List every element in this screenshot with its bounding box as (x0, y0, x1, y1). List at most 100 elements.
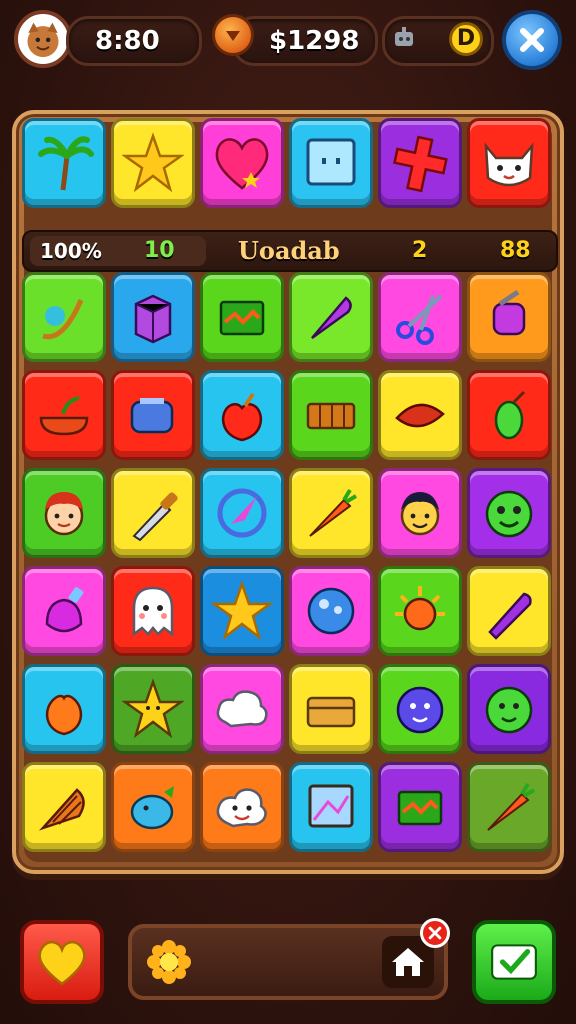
cloud-icon (216, 690, 268, 728)
robot-panel: D (382, 16, 494, 66)
tile-r5-c6[interactable] (467, 566, 551, 656)
tile-r7-c5[interactable] (378, 762, 462, 852)
peach-icon (45, 694, 83, 736)
apple-icon (221, 392, 263, 442)
tile-r5-c5[interactable] (378, 566, 462, 656)
player-avatar[interactable] (14, 10, 72, 68)
tile-r4-c6[interactable] (467, 468, 551, 558)
confirm-icon (491, 944, 537, 980)
cross-icon (393, 135, 448, 193)
heart-button[interactable] (20, 920, 104, 1004)
tile-r2-c6[interactable] (467, 272, 551, 362)
tile-r6-c3[interactable] (200, 664, 284, 754)
tile-r1-c4[interactable] (289, 118, 373, 208)
tile-r3-c6[interactable] (467, 370, 551, 460)
cat-face-icon (484, 142, 534, 187)
tile-r2-c2[interactable] (111, 272, 195, 362)
tile-r2-c5[interactable] (378, 272, 462, 362)
sun-icon (395, 586, 445, 631)
compass-icon (217, 488, 267, 538)
tile-r2-c3[interactable] (200, 272, 284, 362)
booster-bar (128, 918, 450, 1000)
tile-r1-c1[interactable] (22, 118, 106, 208)
tile-r7-c6[interactable] (467, 762, 551, 852)
coin-icon (212, 14, 254, 56)
tile-r6-c4[interactable] (289, 664, 373, 754)
confirm-button[interactable] (472, 920, 556, 1004)
smiley-man-icon (400, 492, 440, 536)
tile-r5-c4[interactable] (289, 566, 373, 656)
tile-r1-c6[interactable] (467, 118, 551, 208)
player-avatar-icon (27, 22, 59, 58)
tile-r1-c5[interactable] (378, 118, 462, 208)
green-value: 10 (144, 238, 175, 263)
status-bar: 100% 10 Uoadab 2 88 (22, 230, 558, 272)
tile-r4-c2[interactable] (111, 468, 195, 558)
tile-r4-c5[interactable] (378, 468, 462, 558)
tile-r2-c4[interactable] (289, 272, 373, 362)
tile-r7-c3[interactable] (200, 762, 284, 852)
blob-icon (396, 686, 444, 734)
percent-text: 100% (40, 239, 102, 263)
tile-r3-c1[interactable] (22, 370, 106, 460)
palm-tree-icon (38, 136, 94, 191)
star-icon (211, 580, 273, 641)
tile-r7-c4[interactable] (289, 762, 373, 852)
tile-r3-c3[interactable] (200, 370, 284, 460)
mode-label: Uoadab (238, 236, 340, 265)
ghost-icon (132, 586, 174, 637)
smile-cloud-icon (216, 788, 267, 828)
screen-icon (306, 138, 356, 186)
slime-icon (485, 686, 533, 734)
tile-r6-c2[interactable] (111, 664, 195, 754)
potion-icon (45, 587, 84, 633)
badge-d: D (449, 22, 483, 56)
timer-panel: 8:80 (66, 16, 202, 66)
tile-r3-c5[interactable] (378, 370, 462, 460)
tile-r2-c1[interactable] (22, 272, 106, 362)
tile-r4-c3[interactable] (200, 468, 284, 558)
leaf-icon (395, 403, 445, 428)
tile-r6-c1[interactable] (22, 664, 106, 754)
vase-icon (494, 390, 526, 440)
carrot-icon (309, 488, 358, 537)
tile-r5-c1[interactable] (22, 566, 106, 656)
star-icon (122, 132, 184, 193)
box-icon (219, 300, 265, 336)
home-icon (392, 948, 424, 976)
coins-panel: $1298 (232, 16, 378, 66)
tile-r7-c1[interactable] (22, 762, 106, 852)
tile-r4-c1[interactable] (22, 468, 106, 558)
picture-icon (308, 784, 354, 828)
cube-icon (134, 294, 172, 344)
yellow-value: 2 (412, 238, 428, 263)
close-button[interactable] (502, 10, 562, 70)
bird-icon (130, 786, 174, 830)
tile-r4-c4[interactable] (289, 468, 373, 558)
close-badge[interactable] (420, 918, 450, 948)
right-value: 88 (500, 238, 531, 263)
tile-r7-c2[interactable] (111, 762, 195, 852)
toaster-icon (130, 398, 174, 434)
wand-icon (42, 299, 84, 340)
tile-r5-c3[interactable] (200, 566, 284, 656)
tile-r1-c2[interactable] (111, 118, 195, 208)
pen-icon (488, 592, 532, 640)
bubble-icon (307, 587, 355, 635)
flower-icon[interactable] (144, 937, 194, 987)
scissors-icon (396, 294, 443, 345)
tile-r5-c2[interactable] (111, 566, 195, 656)
heart-icon (215, 138, 269, 190)
box-icon (397, 790, 443, 826)
tile-r3-c2[interactable] (111, 370, 195, 460)
knife-icon (132, 492, 178, 542)
tile-r6-c5[interactable] (378, 664, 462, 754)
shell-icon (38, 788, 85, 831)
starfish-icon (122, 678, 184, 739)
tile-r3-c4[interactable] (289, 370, 373, 460)
crate-icon (306, 402, 356, 430)
monster-icon (485, 490, 533, 538)
tile-r1-c3[interactable] (200, 118, 284, 208)
tile-r6-c6[interactable] (467, 664, 551, 754)
robot-icon (395, 27, 413, 46)
